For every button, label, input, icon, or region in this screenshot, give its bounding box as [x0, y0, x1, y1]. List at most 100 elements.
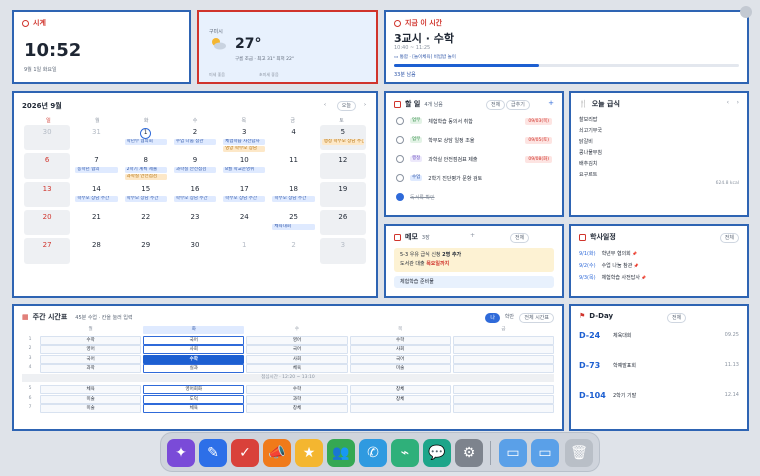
meal-prev-icon[interactable]: ‹ — [727, 99, 729, 106]
dday-item[interactable]: D-104 2학기 기말 12.14 — [579, 388, 739, 402]
timetable-class-button[interactable]: 학반 — [500, 313, 518, 321]
calendar-event[interactable]: 체험학습 사전답사 — [223, 139, 266, 145]
todo-checkbox[interactable] — [396, 193, 404, 201]
calendar-event[interactable]: 학부모 상담 주간 — [272, 195, 315, 202]
todo-item[interactable]: 업무 학부모 상담 일정 조율 09/05(토) — [396, 134, 552, 146]
calendar-day[interactable]: 13 — [24, 181, 71, 207]
todo-item[interactable]: 업무 체험학습 동의서 취합 09/03(목) — [396, 115, 552, 127]
timetable-cell[interactable]: 미술 — [349, 364, 451, 373]
calendar-day[interactable]: 14 학부모 상담 주간 — [73, 182, 119, 207]
calendar-day[interactable]: 23 — [172, 210, 218, 235]
timetable-cell[interactable]: 도덕 — [143, 394, 245, 404]
timetable-cell[interactable]: 창체 — [349, 385, 451, 394]
todo-all-button[interactable]: 전체 — [486, 100, 506, 110]
people-icon[interactable]: 👥 — [327, 439, 355, 467]
calendar-day[interactable]: 26 — [319, 210, 366, 236]
timetable-cell[interactable]: 미술 — [40, 404, 142, 413]
timetable-cell[interactable]: 창체 — [349, 394, 451, 404]
todo-checkbox[interactable] — [396, 155, 404, 163]
megaphone-icon[interactable]: 📣 — [263, 439, 291, 467]
memo-all-button[interactable]: 전체 — [510, 233, 530, 243]
trash-icon[interactable]: 🗑 — [565, 439, 593, 467]
timetable-all-button[interactable]: 전체 시간표 — [519, 313, 554, 323]
schedule-item[interactable]: 9/2(수) 수업 나눔 참관 📌 — [579, 260, 646, 272]
calendar-day[interactable]: 18 학부모 상담 주간 — [270, 182, 316, 207]
calendar-day[interactable]: 17 학부모 상담 주간 — [221, 182, 267, 207]
timetable-cell[interactable]: 과학 — [40, 364, 142, 373]
timetable-cell[interactable]: 사회 — [246, 354, 348, 364]
memo-note-yellow[interactable]: 5-3 우유 급식 신청 2명 추가 도서관 대출 목요일까지 — [394, 248, 554, 272]
memo-add-icon[interactable]: + — [470, 232, 475, 239]
meal-next-icon[interactable]: › — [737, 99, 739, 106]
timetable-cell[interactable]: 수학 — [246, 385, 348, 394]
dday-item[interactable]: D-24 체육대회 09.25 — [579, 328, 739, 342]
calendar-day[interactable]: 27 — [24, 238, 71, 264]
calendar-day[interactable]: 3 — [319, 238, 366, 264]
calendar-day[interactable]: 19 — [319, 181, 366, 207]
timetable-cell[interactable]: 영어 — [40, 345, 142, 354]
schedule-item[interactable]: 9/1(화) 학년부 협의회 📌 — [579, 248, 646, 260]
timetable-cell[interactable] — [452, 354, 554, 364]
todo-checkbox[interactable] — [396, 117, 404, 125]
calendar-day[interactable]: 1 — [221, 238, 267, 263]
star-icon[interactable]: ★ — [295, 439, 323, 467]
calendar-event[interactable]: 학부모 상담 주간 — [223, 195, 266, 202]
sparkle-icon[interactable]: ✦ — [167, 439, 195, 467]
calendar-day[interactable]: 7 동학년 협의 — [73, 153, 119, 178]
calendar-day[interactable]: 22 — [123, 210, 169, 235]
calendar-day[interactable]: 6 — [24, 153, 71, 179]
calendar-day[interactable]: 3 체험학습 사전답사 영양 학부모 상담 — [221, 125, 267, 152]
calendar-day[interactable]: 25 체육대회 — [270, 210, 316, 235]
clipboard-icon[interactable]: ✓ — [231, 439, 259, 467]
calendar-event[interactable]: 동학년 협의 — [75, 167, 118, 174]
calendar-day[interactable]: 4 — [270, 125, 316, 150]
calendar-event[interactable]: 수업 나눔 참관 — [173, 139, 217, 145]
timetable-cell[interactable]: 수학 — [143, 354, 245, 364]
timetable-cell[interactable]: 창체 — [246, 404, 348, 413]
settings-dot-icon[interactable] — [740, 6, 752, 18]
todo-filter-button[interactable]: 급추기 — [506, 100, 530, 110]
calendar-day[interactable]: 31 — [73, 125, 119, 150]
calendar-day[interactable]: 30 — [172, 238, 218, 263]
calendar-day[interactable]: 10 8월 학교운영위 — [221, 153, 267, 178]
timetable-cell[interactable]: 국어 — [143, 335, 245, 345]
timetable-cell[interactable]: 수학 — [40, 335, 142, 345]
calendar-day[interactable]: 24 — [221, 210, 267, 235]
timetable-cell[interactable]: 체육 — [143, 404, 245, 413]
calendar-event[interactable]: 학부모 상담 주간 — [173, 195, 217, 202]
phone-icon[interactable]: ✆ — [359, 439, 387, 467]
todo-item[interactable]: 행정 과학실 안전점검표 제출 09/08(화) — [396, 153, 552, 165]
chat-icon[interactable]: 💬 — [423, 439, 451, 467]
calendar-event[interactable]: 영양 학부모 상담 — [223, 146, 266, 152]
timetable-cell[interactable] — [452, 345, 554, 354]
calendar-event[interactable]: 8월 학교운영위 — [223, 167, 266, 174]
calendar-event[interactable]: 체육대회 — [272, 224, 315, 230]
calendar-day[interactable]: 16 학부모 상담 주간 — [172, 182, 218, 207]
todo-checkbox[interactable] — [396, 174, 404, 182]
calendar-event[interactable]: 과학실 안전점검 — [173, 167, 217, 174]
calendar-event[interactable]: 행정 학부모 상담 주간 — [321, 139, 364, 145]
timetable-cell[interactable]: 미술 — [40, 394, 142, 404]
timetable-cell[interactable]: 국어 — [246, 345, 348, 354]
todo-item[interactable]: 독서록 확인 — [396, 191, 552, 203]
calendar-event[interactable]: 과학실 안전점검 — [124, 174, 167, 181]
folder-icon[interactable]: ▭ — [499, 439, 527, 467]
calendar-today-button[interactable]: 오늘 — [336, 101, 356, 111]
calendar-event[interactable]: 2학기 계획 제출 — [124, 167, 167, 174]
timetable-me-button[interactable]: 나 — [485, 313, 500, 323]
timetable-cell[interactable]: 영어 — [246, 335, 348, 345]
calendar-day[interactable]: 2 수업 나눔 참관 — [172, 125, 218, 150]
calendar-day[interactable]: 30 — [24, 125, 71, 151]
calendar-event[interactable]: 학부모 상담 주간 — [124, 195, 167, 202]
calendar-day[interactable]: 2 — [270, 238, 316, 263]
calendar-day[interactable]: 11 — [270, 153, 316, 178]
schedule-item[interactable]: 9/3(목) 체험학습 사전답사 📌 — [579, 272, 646, 284]
calendar-day[interactable]: 5 행정 학부모 상담 주간 — [319, 125, 366, 151]
calendar-event[interactable]: 학부모 상담 주간 — [75, 195, 118, 202]
memo-note-blue[interactable]: 체험학습 준비물 — [394, 276, 554, 288]
gear-icon[interactable]: ⚙ — [455, 439, 483, 467]
calendar-day[interactable]: 20 — [24, 210, 71, 236]
calendar-day[interactable]: 8 2학기 계획 제출 과학실 안전점검 — [123, 153, 169, 181]
pen-icon[interactable]: ✎ — [199, 439, 227, 467]
timetable-cell[interactable] — [452, 385, 554, 394]
